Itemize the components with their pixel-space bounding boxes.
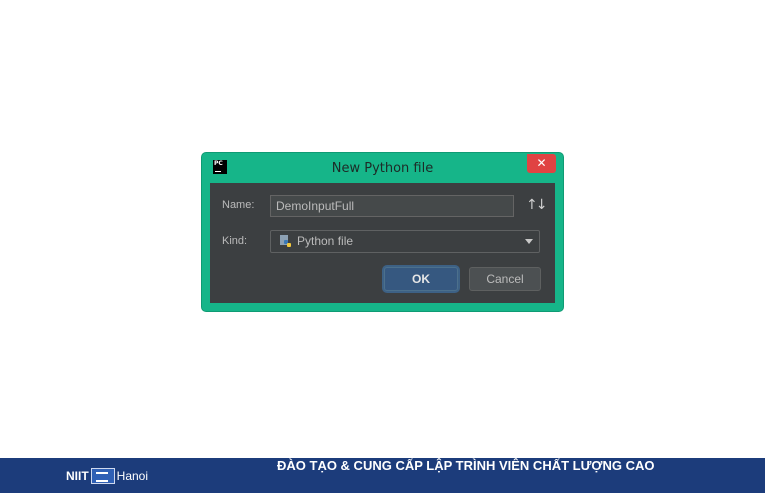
logo-text-left: NIIT (66, 469, 89, 483)
python-file-icon (280, 235, 291, 247)
new-python-file-dialog: PC New Python file ✕ Name: ↑↓ Kind: Pyth… (202, 153, 563, 311)
dialog-title: New Python file (331, 161, 434, 176)
cancel-button[interactable]: Cancel (469, 267, 541, 291)
dialog-content: Name: ↑↓ Kind: Python file OK Cancel (210, 183, 555, 303)
footer-banner: NIIT Hanoi ĐÀO TẠO & CUNG CẤP LẬP TRÌNH … (0, 458, 765, 493)
close-button[interactable]: ✕ (527, 154, 556, 173)
sort-order-icon[interactable]: ↑↓ (526, 196, 547, 214)
close-icon: ✕ (536, 156, 547, 170)
kind-dropdown[interactable]: Python file (270, 230, 540, 253)
chevron-down-icon (525, 239, 533, 244)
name-input[interactable] (270, 195, 514, 217)
kind-selected-value: Python file (297, 234, 354, 248)
footer-slogan: ĐÀO TẠO & CUNG CẤP LẬP TRÌNH VIÊN CHẤT L… (277, 458, 655, 473)
dialog-titlebar[interactable]: PC New Python file ✕ (202, 153, 563, 183)
ok-button[interactable]: OK (384, 267, 458, 291)
niit-hanoi-logo: NIIT Hanoi (66, 468, 148, 484)
name-label: Name: (222, 199, 255, 211)
kind-label: Kind: (222, 235, 248, 247)
logo-text-right: Hanoi (116, 469, 149, 483)
logo-emblem-icon (90, 468, 115, 484)
